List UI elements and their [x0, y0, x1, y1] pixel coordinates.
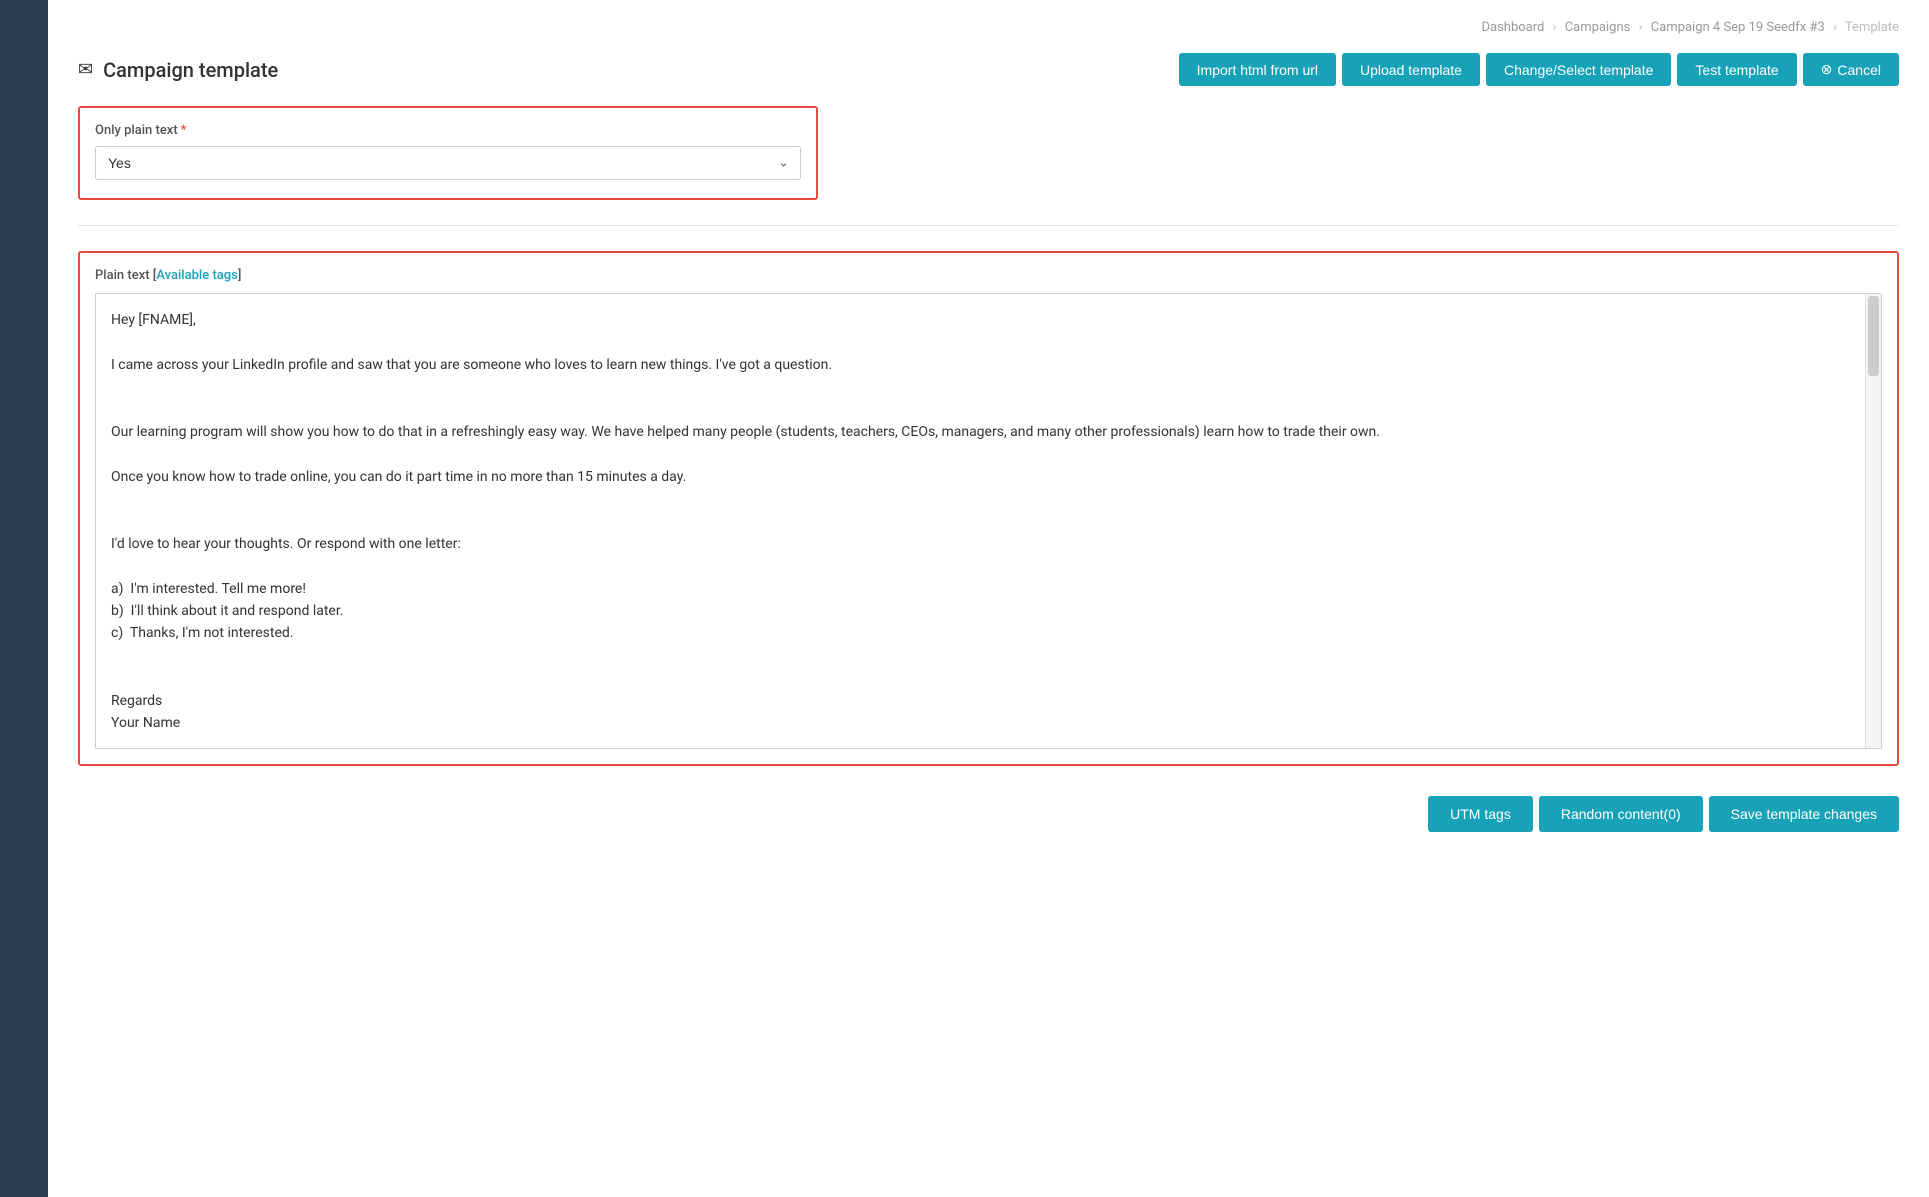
breadcrumb-campaigns[interactable]: Campaigns: [1565, 20, 1631, 35]
import-html-button[interactable]: Import html from url: [1179, 53, 1336, 86]
scrollbar[interactable]: [1865, 294, 1881, 748]
breadcrumb-dashboard[interactable]: Dashboard: [1481, 20, 1544, 35]
cancel-icon: ⊗: [1821, 61, 1833, 78]
utm-tags-button[interactable]: UTM tags: [1428, 796, 1533, 832]
sidebar: [0, 0, 48, 1197]
scrollbar-thumb: [1868, 296, 1879, 376]
cancel-button[interactable]: ⊗ Cancel: [1803, 53, 1899, 86]
breadcrumb-sep-2: ›: [1639, 20, 1643, 35]
upload-template-button[interactable]: Upload template: [1342, 53, 1480, 86]
available-tags-link[interactable]: Available tags: [156, 268, 238, 283]
breadcrumb-current: Template: [1845, 20, 1899, 35]
footer-buttons: UTM tags Random content(0) Save template…: [78, 796, 1899, 862]
plain-text-select[interactable]: Yes No: [95, 146, 801, 180]
plain-text-label: Only plain text*: [95, 123, 801, 138]
breadcrumb-sep-3: ›: [1833, 20, 1837, 35]
text-editor-wrapper: [95, 293, 1882, 749]
breadcrumb-campaign[interactable]: Campaign 4 Sep 19 Seedfx #3: [1651, 20, 1825, 35]
header-row: ✉ Campaign template Import html from url…: [78, 53, 1899, 86]
test-template-button[interactable]: Test template: [1677, 53, 1796, 86]
page-title: ✉ Campaign template: [78, 58, 278, 82]
plain-text-section: Only plain text* Yes No ⌄: [78, 106, 818, 200]
editor-label-bracket-close: ]: [238, 268, 242, 283]
editor-label: Plain text [Available tags]: [95, 268, 1882, 283]
required-star: *: [181, 123, 187, 138]
breadcrumb-sep-1: ›: [1553, 20, 1557, 35]
random-content-button[interactable]: Random content(0): [1539, 796, 1703, 832]
page-title-text: Campaign template: [103, 58, 278, 82]
editor-label-text: Plain text: [95, 268, 150, 283]
divider: [78, 225, 1899, 226]
cancel-label: Cancel: [1837, 62, 1881, 78]
toolbar-buttons: Import html from url Upload template Cha…: [1179, 53, 1899, 86]
change-select-template-button[interactable]: Change/Select template: [1486, 53, 1671, 86]
plain-text-textarea[interactable]: [96, 294, 1881, 744]
breadcrumb: Dashboard › Campaigns › Campaign 4 Sep 1…: [78, 20, 1899, 35]
plain-text-select-wrapper: Yes No ⌄: [95, 146, 801, 180]
save-template-button[interactable]: Save template changes: [1709, 796, 1899, 832]
envelope-icon: ✉: [78, 59, 93, 80]
editor-section: Plain text [Available tags]: [78, 251, 1899, 766]
